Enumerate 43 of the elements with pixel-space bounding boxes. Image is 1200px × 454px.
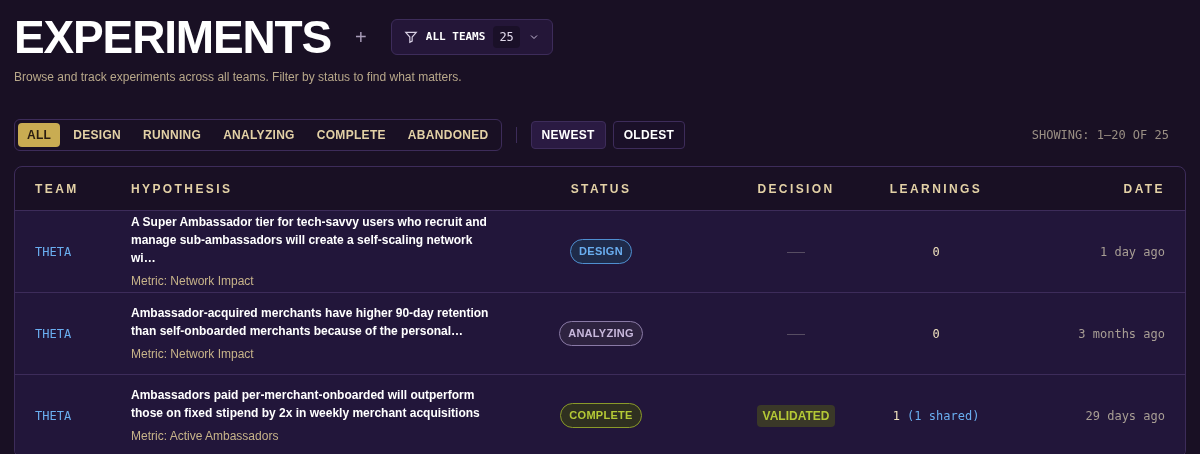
column-header: HYPOTHESIS xyxy=(131,180,234,198)
metric-text: Metric: Network Impact xyxy=(131,273,255,290)
column-header: DATE xyxy=(1123,180,1165,198)
filter-label: ALL TEAMS xyxy=(425,28,486,45)
date-cell-text: 29 days ago xyxy=(1085,407,1165,425)
team-cell-text: THETA xyxy=(35,243,73,261)
page-subtitle: Browse and track experiments across all teams. Filter by status to find what matters. xyxy=(14,69,463,86)
date-cell-text: 1 day ago xyxy=(1099,243,1165,261)
metric-text: Metric: Network Impact xyxy=(131,346,255,363)
hypothesis-text: Ambassador-acquired merchants have higher 90-day retention than self-onboarded merchants because of the personal… xyxy=(131,305,490,340)
team-count: 25 xyxy=(493,26,520,48)
hypothesis-text: A Super Ambassador tier for tech-savvy users who recruit and manage sub-ambassadors will create a self-scaling network wi… xyxy=(131,214,488,267)
hypothesis-text: Ambassadors paid per-merchant-onboarded will outperform those on fixed stipend by 2x in weekly merchant acquisitions xyxy=(131,387,481,422)
status-filter-tab[interactable]: ALL xyxy=(18,123,61,147)
date-cell-text: 3 months ago xyxy=(1078,325,1165,343)
status-badge: COMPLETE xyxy=(560,403,642,428)
sort-button[interactable]: NEWEST xyxy=(530,121,606,149)
learnings-cell-text: 1 (1 shared) xyxy=(892,407,980,425)
column-header: STATUS xyxy=(570,180,632,198)
status-filter-tab[interactable]: ANALYZING xyxy=(214,123,304,147)
learnings-cell-text: 0 xyxy=(932,243,940,261)
add-button[interactable]: + xyxy=(347,23,375,51)
metric-text: Metric: Active Ambassadors xyxy=(131,428,280,445)
column-header: DECISION xyxy=(757,180,835,198)
status-badge: ANALYZING xyxy=(559,321,643,346)
learnings-cell-text: 0 xyxy=(932,325,940,343)
showing-count: SHOWING: 1–20 OF 25 xyxy=(1031,127,1169,144)
decision-empty: ——— xyxy=(786,245,806,259)
decision-badge: VALIDATED xyxy=(756,404,836,427)
status-badge: DESIGN xyxy=(570,239,632,264)
decision-empty: ——— xyxy=(786,327,806,341)
status-filter-tab[interactable]: ABANDONED xyxy=(398,123,498,147)
column-header: LEARNINGS xyxy=(889,180,983,198)
team-filter-dropdown[interactable]: ALL TEAMS 25 xyxy=(390,19,553,55)
status-filter-tab[interactable]: COMPLETE xyxy=(307,123,395,147)
column-header: TEAM xyxy=(35,180,80,198)
sort-button[interactable]: OLDEST xyxy=(612,121,686,149)
filter-icon xyxy=(403,30,418,44)
team-cell-text: THETA xyxy=(35,325,73,343)
team-cell-text: THETA xyxy=(35,407,73,425)
status-filter-tab[interactable]: RUNNING xyxy=(134,123,211,147)
status-filter-tab[interactable]: DESIGN xyxy=(64,123,131,147)
page-title: EXPERIMENTS xyxy=(14,14,332,60)
